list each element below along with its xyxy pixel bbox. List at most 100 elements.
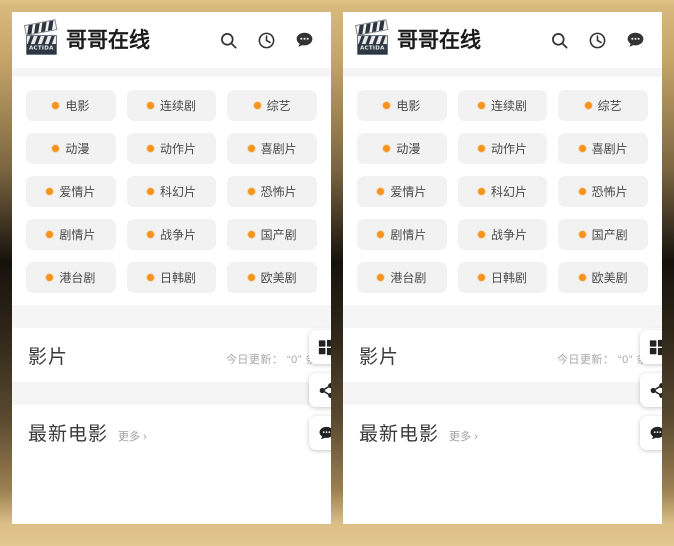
category-label: 动漫 bbox=[396, 141, 421, 156]
category-item-zhanzhengpian[interactable]: 战争片 bbox=[457, 219, 548, 250]
section-separator-1 bbox=[343, 305, 662, 328]
content-filler bbox=[12, 459, 331, 524]
category-label: 欧美剧 bbox=[591, 270, 628, 285]
header-separator bbox=[343, 68, 662, 77]
bullet-dot-icon bbox=[578, 188, 586, 195]
category-label: 综艺 bbox=[266, 98, 291, 113]
category-item-kehuanpian[interactable]: 科幻片 bbox=[457, 176, 548, 207]
category-label: 战争片 bbox=[159, 227, 196, 242]
category-label: 喜剧片 bbox=[591, 141, 628, 156]
share-icon[interactable] bbox=[309, 373, 331, 407]
category-label: 恐怖片 bbox=[260, 184, 297, 199]
category-item-dongman[interactable]: 动漫 bbox=[357, 133, 447, 164]
section-separator-2 bbox=[343, 382, 662, 405]
logo-text: ACTIDA bbox=[29, 45, 54, 52]
header-icon-group bbox=[217, 29, 315, 51]
category-label: 连续剧 bbox=[159, 98, 196, 113]
category-item-dianying[interactable]: 电影 bbox=[357, 90, 447, 121]
latest-movies-section-header: 最新电影 更多 › bbox=[12, 405, 331, 459]
phone-panel-right: ACTIDA 哥哥在线 电影 连续剧 综艺 动漫 动作片 喜剧片 爱情片 科幻片… bbox=[343, 12, 662, 524]
category-grid: 电影 连续剧 综艺 动漫 动作片 喜剧片 爱情片 科幻片 恐怖片 剧情片 战争片… bbox=[26, 90, 317, 293]
category-item-guochanju[interactable]: 国产剧 bbox=[558, 219, 648, 250]
history-clock-icon[interactable] bbox=[255, 29, 277, 51]
app-grid-icon[interactable] bbox=[309, 330, 331, 364]
category-item-zhanzhengpian[interactable]: 战争片 bbox=[126, 219, 217, 250]
bullet-dot-icon bbox=[46, 231, 54, 238]
history-clock-icon[interactable] bbox=[586, 29, 608, 51]
category-label: 港台剧 bbox=[390, 270, 427, 285]
bullet-dot-icon bbox=[247, 188, 255, 195]
latest-movies-section-header: 最新电影 更多 › bbox=[343, 405, 662, 459]
category-label: 恐怖片 bbox=[591, 184, 628, 199]
latest-movies-more-link[interactable]: 更多 › bbox=[118, 428, 147, 444]
category-label: 动作片 bbox=[159, 141, 196, 156]
bullet-dot-icon bbox=[52, 145, 60, 152]
category-item-kongbupian[interactable]: 恐怖片 bbox=[227, 176, 317, 207]
category-item-rihanju[interactable]: 日韩剧 bbox=[457, 262, 548, 293]
app-header: ACTIDA 哥哥在线 bbox=[343, 12, 662, 68]
bullet-dot-icon bbox=[146, 274, 154, 281]
category-label: 科幻片 bbox=[490, 184, 527, 199]
category-item-dongzuopian[interactable]: 动作片 bbox=[126, 133, 217, 164]
chat-bubble-icon[interactable] bbox=[309, 416, 331, 450]
category-item-gangtaiju[interactable]: 港台剧 bbox=[357, 262, 447, 293]
category-label: 日韩剧 bbox=[490, 270, 527, 285]
films-update-count: 今日更新： “0” 条 bbox=[225, 354, 317, 366]
category-item-dongzuopian[interactable]: 动作片 bbox=[457, 133, 548, 164]
brand-title: 哥哥在线 bbox=[66, 28, 150, 52]
chat-bubble-icon[interactable] bbox=[640, 416, 662, 450]
bullet-dot-icon bbox=[146, 145, 154, 152]
category-label: 动作片 bbox=[490, 141, 527, 156]
bullet-dot-icon bbox=[578, 145, 586, 152]
category-item-zongyi[interactable]: 综艺 bbox=[227, 90, 317, 121]
content-filler bbox=[343, 459, 662, 524]
clapperboard-logo-icon: ACTIDA bbox=[354, 19, 390, 55]
brand-title: 哥哥在线 bbox=[397, 28, 481, 52]
category-item-xijupian[interactable]: 喜剧片 bbox=[558, 133, 648, 164]
category-item-gangtaiju[interactable]: 港台剧 bbox=[26, 262, 116, 293]
category-label: 日韩剧 bbox=[159, 270, 196, 285]
search-icon[interactable] bbox=[217, 29, 239, 51]
bullet-dot-icon bbox=[146, 102, 154, 109]
category-label: 电影 bbox=[396, 98, 421, 113]
latest-movies-more-link[interactable]: 更多 › bbox=[449, 428, 478, 444]
share-icon[interactable] bbox=[640, 373, 662, 407]
category-label: 港台剧 bbox=[59, 270, 96, 285]
films-update-count: 今日更新： “0” 条 bbox=[556, 354, 648, 366]
category-item-kehuanpian[interactable]: 科幻片 bbox=[126, 176, 217, 207]
category-item-lianxuju[interactable]: 连续剧 bbox=[126, 90, 217, 121]
category-item-dianying[interactable]: 电影 bbox=[26, 90, 116, 121]
category-item-juqingpian[interactable]: 剧情片 bbox=[357, 219, 447, 250]
category-label: 欧美剧 bbox=[260, 270, 297, 285]
latest-movies-title: 最新电影 bbox=[359, 424, 440, 445]
category-label: 动漫 bbox=[65, 141, 90, 156]
clapperboard-logo-icon: ACTIDA bbox=[23, 19, 59, 55]
brand[interactable]: ACTIDA 哥哥在线 bbox=[23, 19, 150, 55]
bullet-dot-icon bbox=[377, 274, 385, 281]
bullet-dot-icon bbox=[146, 231, 154, 238]
category-item-zongyi[interactable]: 综艺 bbox=[558, 90, 648, 121]
chat-bubble-icon[interactable] bbox=[624, 29, 646, 51]
category-item-dongman[interactable]: 动漫 bbox=[26, 133, 116, 164]
bullet-dot-icon bbox=[383, 102, 391, 109]
category-item-oumeiju[interactable]: 欧美剧 bbox=[558, 262, 648, 293]
bullet-dot-icon bbox=[477, 231, 485, 238]
category-item-rihanju[interactable]: 日韩剧 bbox=[126, 262, 217, 293]
category-item-juqingpian[interactable]: 剧情片 bbox=[26, 219, 116, 250]
section-separator-1 bbox=[12, 305, 331, 328]
category-item-guochanju[interactable]: 国产剧 bbox=[227, 219, 317, 250]
category-item-aiqingpian[interactable]: 爱情片 bbox=[357, 176, 447, 207]
floating-action-stack-right bbox=[640, 330, 662, 450]
bullet-dot-icon bbox=[477, 145, 485, 152]
category-item-aiqingpian[interactable]: 爱情片 bbox=[26, 176, 116, 207]
chat-bubble-icon[interactable] bbox=[293, 29, 315, 51]
phone-panel-left: ACTIDA 哥哥在线 电影 连续剧 综艺 动漫 动作片 喜剧片 爱情片 科幻片… bbox=[12, 12, 331, 524]
category-item-oumeiju[interactable]: 欧美剧 bbox=[227, 262, 317, 293]
category-item-xijupian[interactable]: 喜剧片 bbox=[227, 133, 317, 164]
category-item-lianxuju[interactable]: 连续剧 bbox=[457, 90, 548, 121]
app-grid-icon[interactable] bbox=[640, 330, 662, 364]
search-icon[interactable] bbox=[548, 29, 570, 51]
category-item-kongbupian[interactable]: 恐怖片 bbox=[558, 176, 648, 207]
brand[interactable]: ACTIDA 哥哥在线 bbox=[354, 19, 481, 55]
category-label: 剧情片 bbox=[59, 227, 96, 242]
